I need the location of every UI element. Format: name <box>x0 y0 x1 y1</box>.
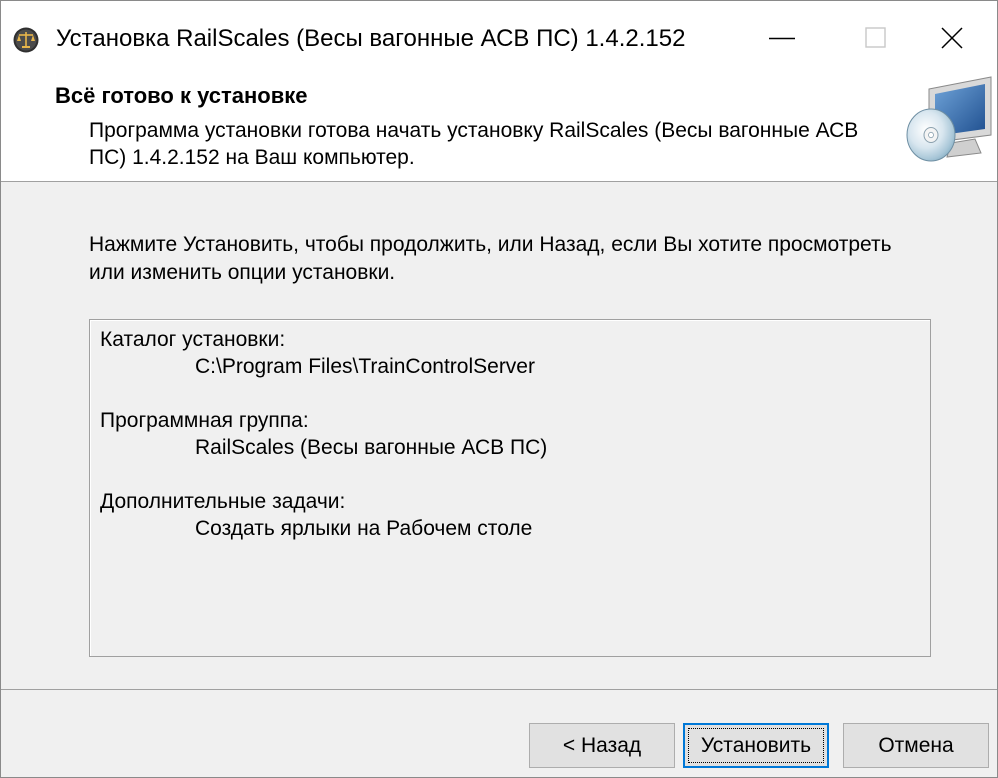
minimize-button[interactable] <box>735 1 829 75</box>
wizard-body: Нажмите Установить, чтобы продолжить, ил… <box>1 182 997 689</box>
window-title: Установка RailScales (Весы вагонные АСВ … <box>56 25 686 52</box>
ready-memo[interactable]: Каталог установки: C:\Program Files\Trai… <box>89 319 931 657</box>
instruction-text: Нажмите Установить, чтобы продолжить, ил… <box>89 233 892 284</box>
minimize-icon <box>769 37 795 40</box>
install-button[interactable]: Установить <box>683 723 829 768</box>
summary-label: Программная группа: <box>100 409 309 432</box>
page-subtitle: Программа установки готова начать устано… <box>89 119 859 169</box>
close-button[interactable] <box>905 1 997 75</box>
computer-cd-icon <box>906 76 992 162</box>
summary-label: Дополнительные задачи: <box>100 490 346 513</box>
cancel-button[interactable]: Отмена <box>843 723 989 768</box>
summary-section: Дополнительные задачи: Создать ярлыки на… <box>100 488 920 542</box>
summary-label: Каталог установки: <box>100 328 286 351</box>
page-title: Всё готово к установке <box>55 83 308 108</box>
summary-value: Создать ярлыки на Рабочем столе <box>195 517 533 540</box>
maximize-icon <box>865 27 886 48</box>
back-button[interactable]: < Назад <box>529 723 675 768</box>
close-icon <box>941 27 963 49</box>
scales-icon <box>13 27 39 53</box>
title-bar[interactable]: Установка RailScales (Весы вагонные АСВ … <box>1 1 997 81</box>
button-bar: < Назад Установить Отмена <box>1 690 997 777</box>
summary-section: Программная группа: RailScales (Весы ваг… <box>100 407 920 461</box>
summary-value: C:\Program Files\TrainControlServer <box>195 355 535 378</box>
installer-window: Установка RailScales (Весы вагонные АСВ … <box>0 0 998 778</box>
summary-value: RailScales (Весы вагонные АСВ ПС) <box>195 436 548 459</box>
summary-section: Каталог установки: C:\Program Files\Trai… <box>100 326 920 380</box>
install-button-label: Установить <box>700 733 812 757</box>
wizard-header: Всё готово к установке Программа установ… <box>1 76 997 182</box>
